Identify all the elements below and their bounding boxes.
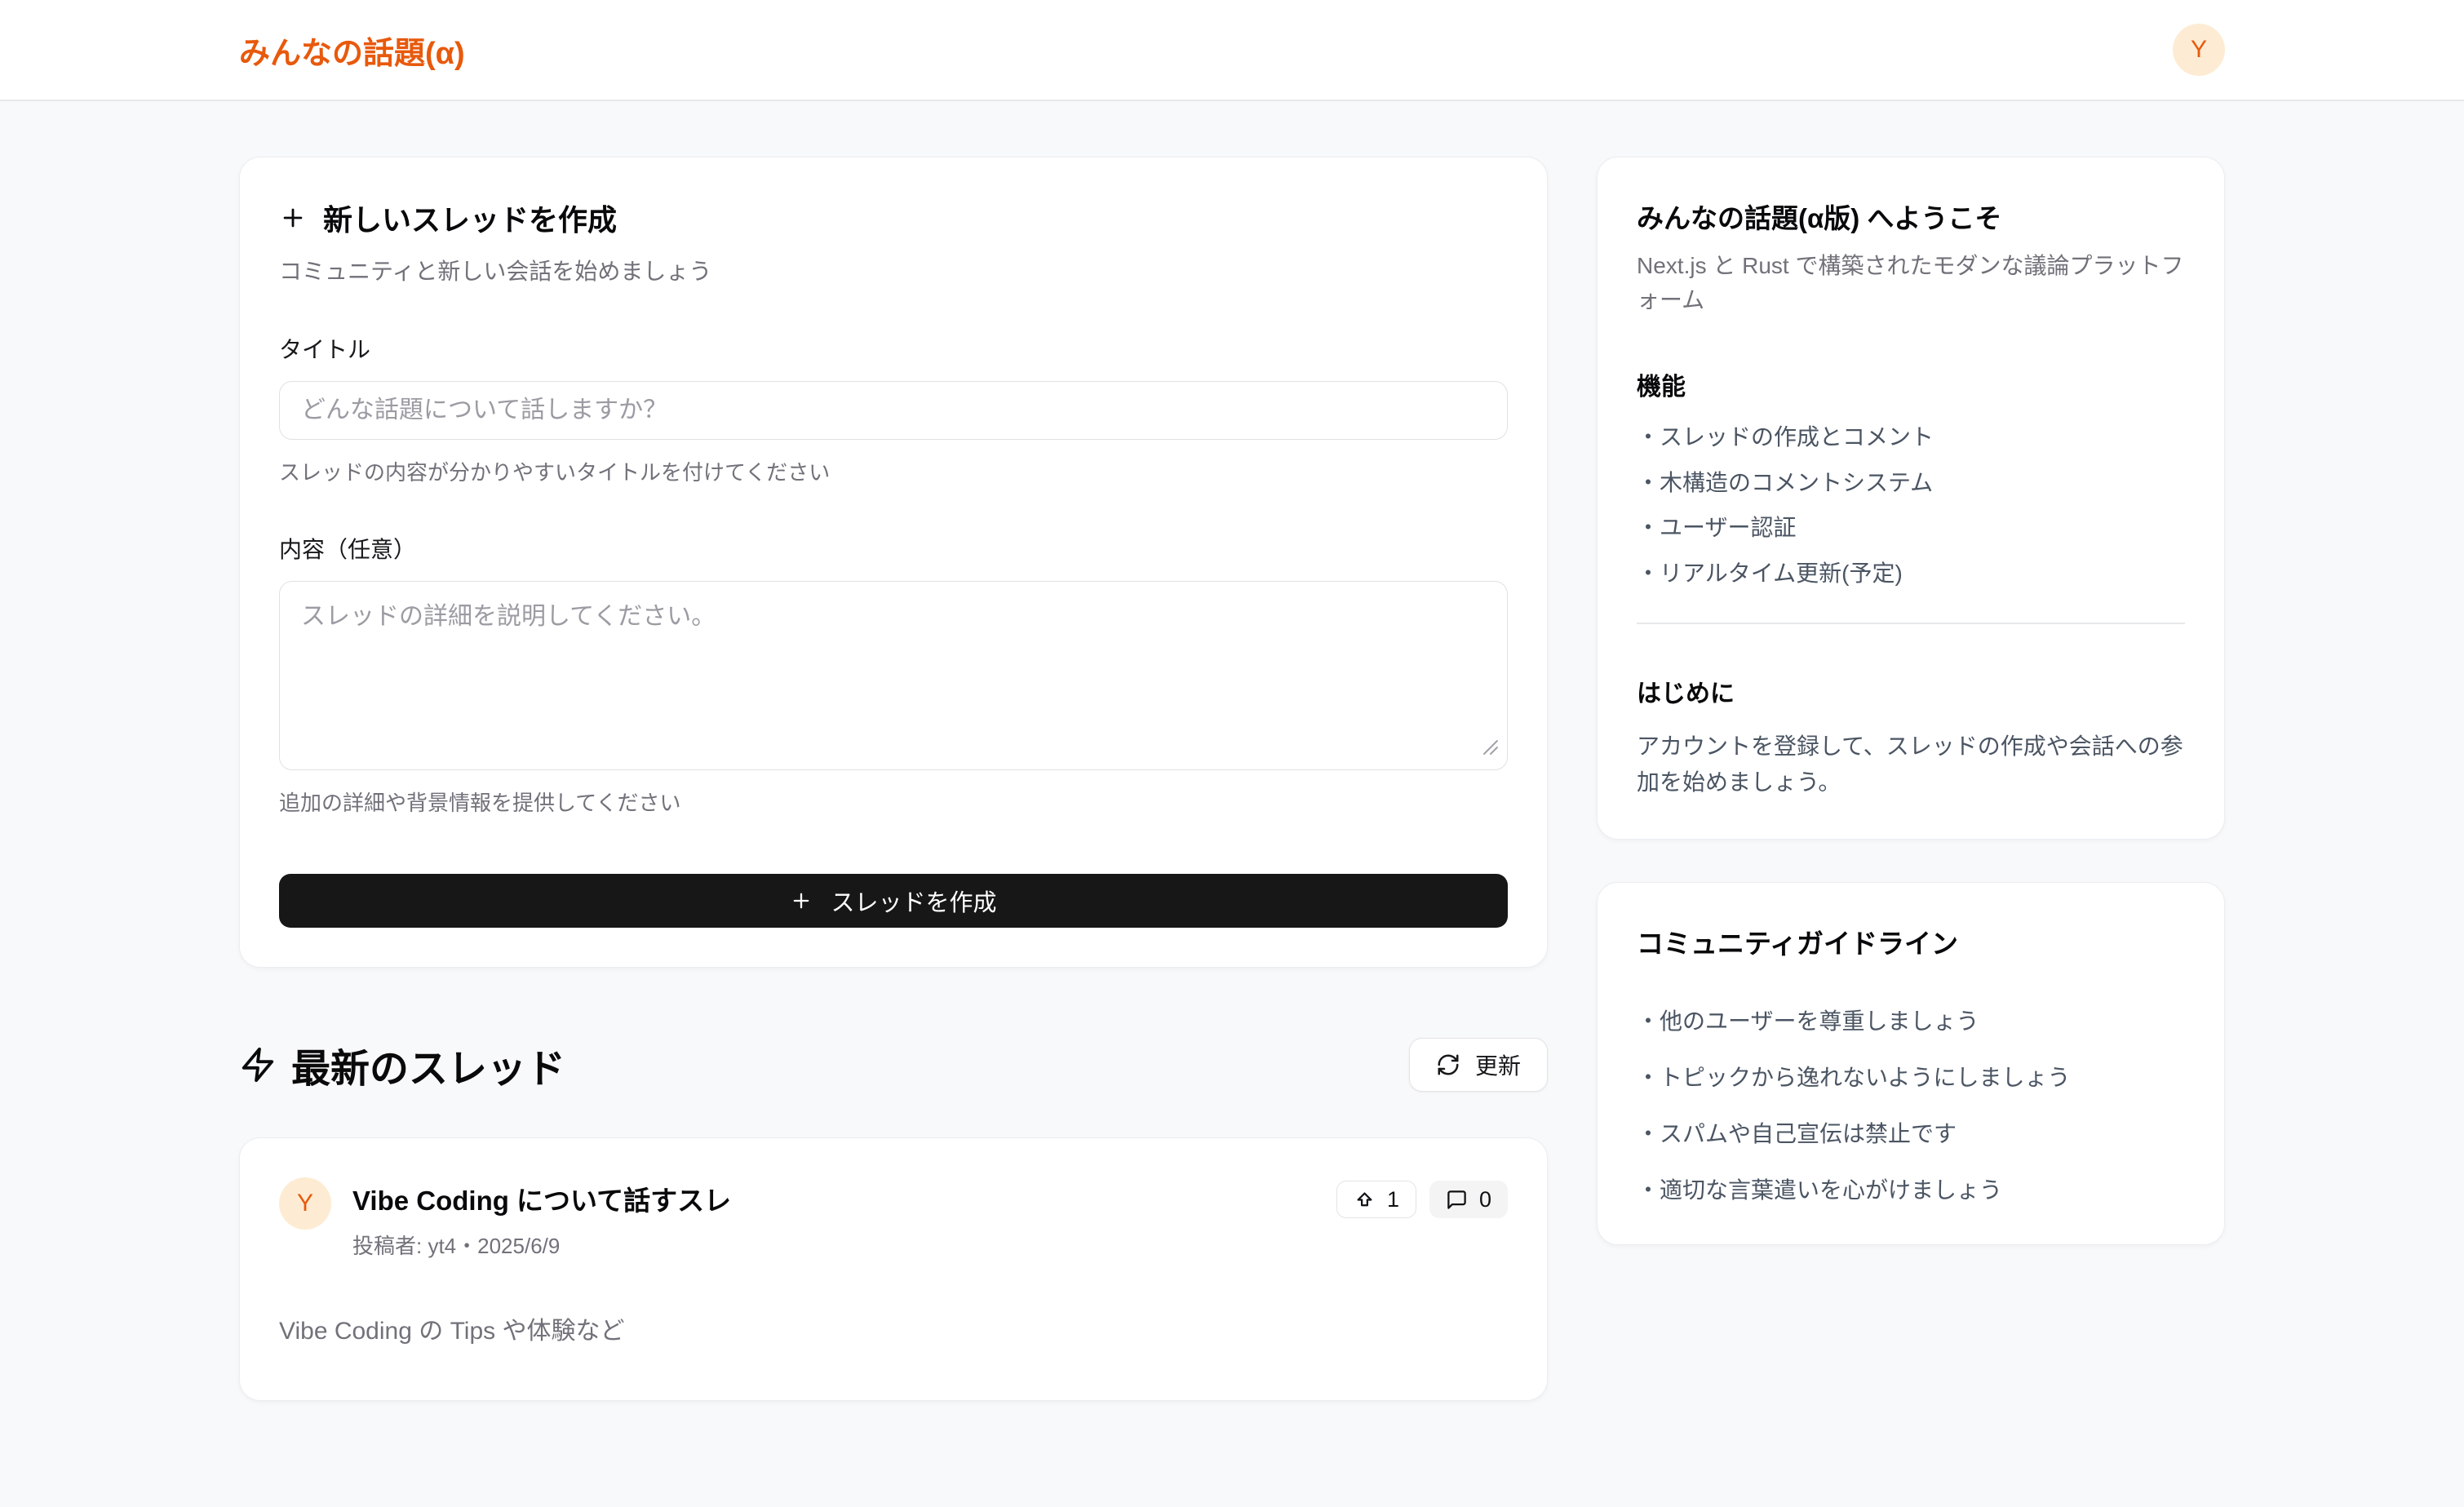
body-help: 追加の詳細や背景情報を提供してください	[279, 787, 1508, 817]
refresh-button-label: 更新	[1475, 1048, 1521, 1081]
upvote-arrow-icon	[1354, 1189, 1376, 1211]
body-label: 内容（任意）	[279, 532, 1508, 565]
upvote-count: 1	[1387, 1187, 1399, 1212]
plus-icon	[279, 204, 307, 232]
divider	[1637, 623, 2185, 624]
list-item: 木構造のコメントシステム	[1637, 469, 2185, 497]
comment-bubble-icon	[1446, 1189, 1468, 1211]
zap-icon	[239, 1046, 277, 1084]
list-item: ユーザー認証	[1637, 514, 2185, 542]
app-title[interactable]: みんなの話題(α)	[239, 28, 465, 73]
thread-title[interactable]: Vibe Coding について話すスレ	[352, 1179, 731, 1218]
thread-avatar: Y	[279, 1177, 331, 1230]
create-thread-title: 新しいスレッドを作成	[323, 197, 617, 239]
refresh-icon	[1436, 1053, 1460, 1077]
getting-started-heading: はじめに	[1637, 673, 2185, 709]
list-item: リアルタイム更新(予定)	[1637, 560, 2185, 587]
features-heading: 機能	[1637, 366, 2185, 402]
features-list: スレッドの作成とコメント 木構造のコメントシステム ユーザー認証 リアルタイム更…	[1637, 423, 2185, 587]
thread-card[interactable]: Y Vibe Coding について話すスレ 投稿者: yt4・2025/6/9…	[239, 1137, 1548, 1401]
thread-meta: 投稿者: yt4・2025/6/9	[352, 1230, 731, 1260]
title-input[interactable]	[279, 381, 1508, 440]
comment-count: 0	[1479, 1187, 1491, 1212]
title-help: スレッドの内容が分かりやすいタイトルを付けてください	[279, 456, 1508, 486]
body-textarea[interactable]	[279, 581, 1508, 770]
latest-threads-heading-label: 最新のスレッド	[291, 1036, 565, 1093]
guidelines-card: コミュニティガイドライン 他のユーザーを尊重しましょう トピックから逸れないよう…	[1597, 882, 2225, 1245]
create-thread-card: 新しいスレッドを作成 コミュニティと新しい会話を始めましょう タイトル スレッド…	[239, 157, 1548, 968]
list-item: スパムや自己宣伝は禁止です	[1637, 1116, 2185, 1149]
welcome-title: みんなの話題(α版) へようこそ	[1637, 197, 2185, 236]
list-item: スレッドの作成とコメント	[1637, 423, 2185, 451]
latest-threads-heading: 最新のスレッド	[239, 1036, 565, 1093]
upvote-badge[interactable]: 1	[1336, 1181, 1416, 1218]
guidelines-title: コミュニティガイドライン	[1637, 922, 2185, 961]
refresh-button[interactable]: 更新	[1409, 1038, 1548, 1092]
create-thread-button-label: スレッドを作成	[831, 884, 996, 918]
thread-body: Vibe Coding の Tips や体験など	[279, 1310, 1508, 1346]
guidelines-list: 他のユーザーを尊重しましょう トピックから逸れないようにしましょう スパムや自己…	[1637, 1004, 2185, 1205]
create-thread-button[interactable]: スレッドを作成	[279, 874, 1508, 928]
comment-badge[interactable]: 0	[1429, 1181, 1508, 1218]
plus-icon	[790, 889, 813, 912]
list-item: 適切な言葉遣いを心がけましょう	[1637, 1172, 2185, 1205]
app-header: みんなの話題(α) Y	[0, 0, 2464, 101]
title-label: タイトル	[279, 332, 1508, 365]
user-avatar[interactable]: Y	[2173, 24, 2225, 76]
create-thread-subtitle: コミュニティと新しい会話を始めましょう	[279, 254, 1508, 286]
welcome-subtitle: Next.js と Rust で構築されたモダンな議論プラットフォーム	[1637, 249, 2185, 317]
welcome-card: みんなの話題(α版) へようこそ Next.js と Rust で構築されたモダ…	[1597, 157, 2225, 840]
list-item: 他のユーザーを尊重しましょう	[1637, 1004, 2185, 1036]
list-item: トピックから逸れないようにしましょう	[1637, 1060, 2185, 1093]
getting-started-text: アカウントを登録して、スレッドの作成や会話への参加を始めましょう。	[1637, 729, 2185, 800]
